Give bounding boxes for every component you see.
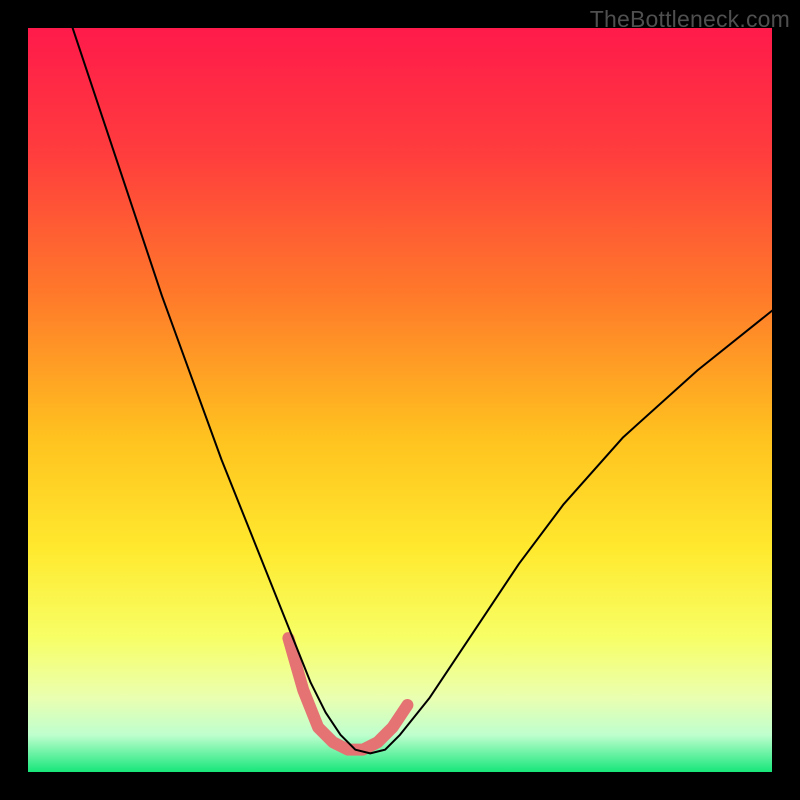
bottleneck-chart (28, 28, 772, 772)
attribution-text: TheBottleneck.com (590, 6, 790, 33)
gradient-background (28, 28, 772, 772)
chart-container (28, 28, 772, 772)
